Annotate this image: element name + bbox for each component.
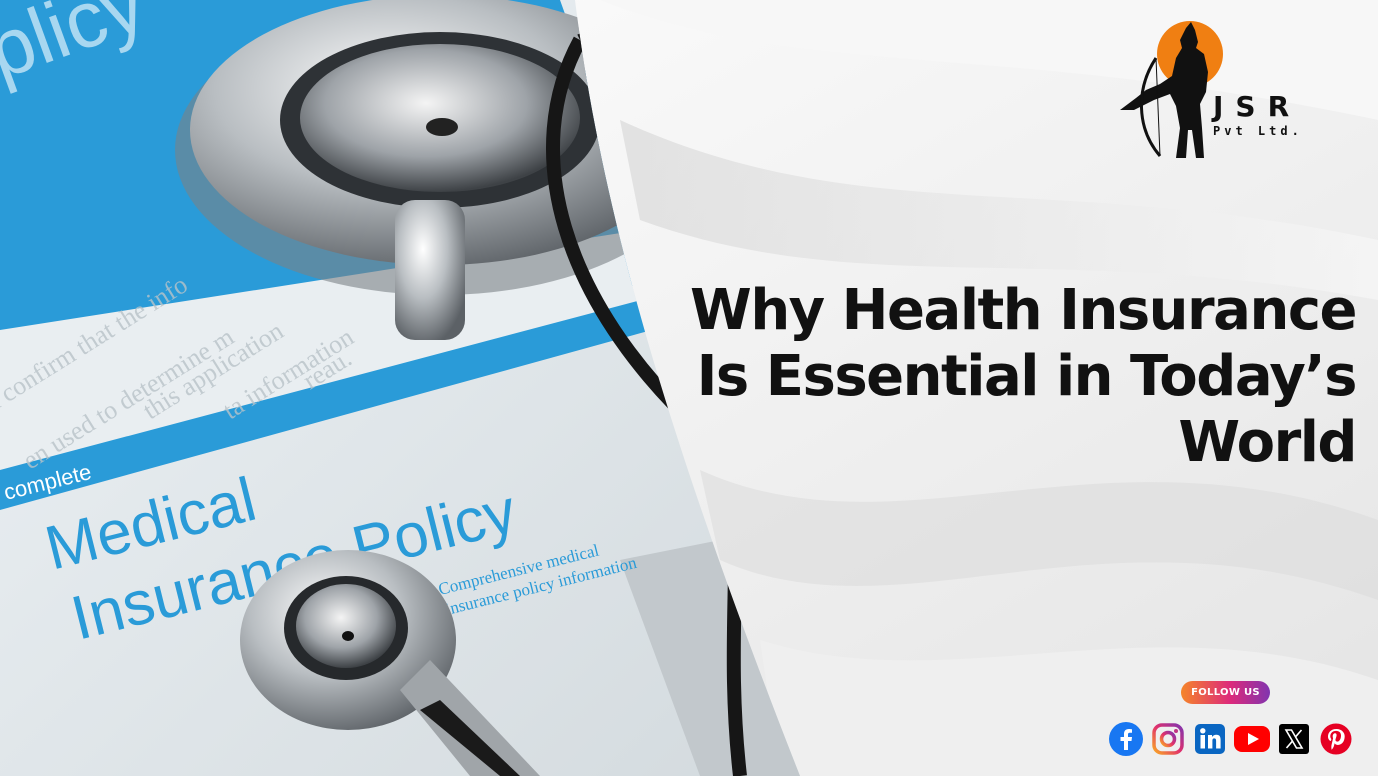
banner: plicy nd confirm that the info en used t… <box>0 0 1378 776</box>
headline-line-3: World <box>1178 410 1357 475</box>
logo-name: JSR <box>1213 90 1302 123</box>
headline: Why Health Insurance Is Essential in Tod… <box>656 278 1358 476</box>
headline-line-2: Is Essential in Today’s <box>696 344 1358 409</box>
logo-subtitle: Pvt Ltd. <box>1213 124 1303 138</box>
linkedin-icon[interactable] <box>1191 720 1229 758</box>
social-links <box>1107 720 1355 758</box>
pinterest-icon[interactable] <box>1317 720 1355 758</box>
instagram-icon[interactable] <box>1149 720 1187 758</box>
facebook-icon[interactable] <box>1107 720 1145 758</box>
follow-us-badge: FOLLOW US <box>1181 681 1270 704</box>
x-icon[interactable] <box>1275 720 1313 758</box>
youtube-icon[interactable] <box>1233 720 1271 758</box>
headline-line-1: Why Health Insurance <box>690 278 1357 343</box>
